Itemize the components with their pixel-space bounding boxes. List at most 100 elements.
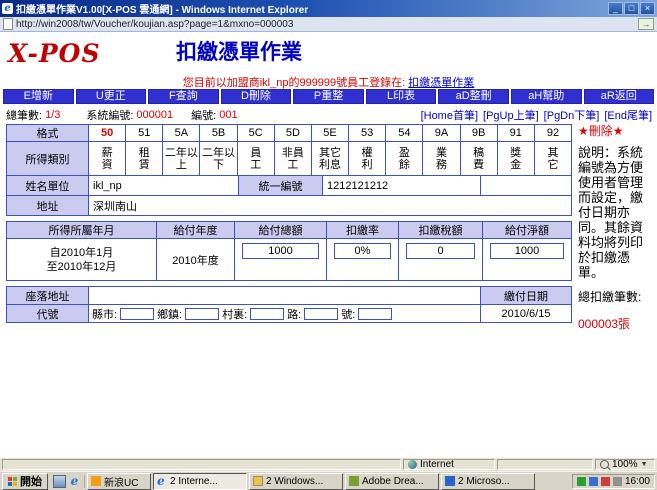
microsoft-icon	[445, 476, 455, 486]
minimize-button[interactable]: _	[608, 2, 623, 15]
county-input[interactable]	[120, 307, 155, 320]
name-row-filler	[481, 176, 572, 196]
record-number-label: 編號:	[191, 110, 217, 122]
zoom-level: 100%	[612, 459, 638, 470]
toolbar-update-button[interactable]: U更正	[75, 89, 147, 104]
status-message-panel	[2, 459, 401, 470]
format-option[interactable]: 5D	[274, 125, 312, 142]
tray-icon[interactable]	[600, 476, 610, 486]
pay-total-input[interactable]: 1000	[242, 243, 319, 259]
road-input[interactable]	[304, 307, 339, 320]
income-category-label: 所得類別	[7, 142, 89, 176]
system-number-value: 000001	[136, 109, 174, 121]
withholding-rate-input[interactable]: 0%	[334, 243, 391, 259]
format-option[interactable]: 51	[126, 125, 164, 142]
category-label: 二年以 上	[163, 142, 201, 176]
address-label: 地址	[7, 196, 89, 216]
tray-icon[interactable]	[576, 476, 586, 486]
sina-uc-icon	[91, 476, 101, 486]
toolbar-batch-delete-button[interactable]: aD整刪	[438, 89, 509, 104]
code-label: 代號	[7, 305, 89, 323]
task-button-sina-uc[interactable]: 新浪UC	[87, 472, 151, 490]
magnifier-icon	[600, 460, 609, 469]
address-bar: http://win2008/tw/Voucher/koujian.asp?pa…	[0, 17, 657, 32]
column-header-pay-year: 給付年度	[157, 222, 235, 239]
show-desktop-icon[interactable]	[53, 474, 66, 488]
format-option[interactable]: 91	[497, 125, 535, 142]
category-label: 租 賃	[126, 142, 164, 176]
withholding-tax-cell: 0	[399, 239, 483, 281]
zoom-dropdown-icon[interactable]: ▼	[641, 461, 648, 468]
tray-icon[interactable]	[612, 476, 622, 486]
format-option[interactable]: 54	[386, 125, 424, 142]
number-input[interactable]	[358, 307, 393, 320]
category-label: 稿 費	[460, 142, 498, 176]
net-pay-input[interactable]: 1000	[490, 243, 564, 259]
taskbar: 開始 e 新浪UC e 2 Interne... 2 Windows... Ad…	[0, 471, 657, 490]
format-option[interactable]: 9A	[423, 125, 461, 142]
nav-previous-record[interactable]: [PgUp上筆]	[483, 107, 539, 123]
uniform-number-input[interactable]: 1212121212	[323, 176, 481, 196]
start-button[interactable]: 開始	[2, 472, 48, 490]
total-withholding-label: 總扣繳筆數:	[578, 290, 642, 304]
page-content: X-POS 扣繳憑單作業 您目前以加盟商ikl_np的999999號員工登錄在:…	[0, 32, 657, 457]
login-status: 您目前以加盟商ikl_np的999999號員工登錄在: 扣繳憑單作業	[0, 74, 657, 90]
withholding-rate-cell: 0%	[327, 239, 399, 281]
go-button[interactable]: →	[638, 18, 654, 30]
address-input[interactable]: http://win2008/tw/Voucher/koujian.asp?pa…	[16, 19, 638, 30]
category-label: 其它 利息	[311, 142, 350, 176]
format-option[interactable]: 53	[349, 125, 387, 142]
pay-date-label: 繳付日期	[481, 287, 572, 305]
task-button-microsoft[interactable]: 2 Microso...	[441, 472, 535, 490]
task-button-label: 2 Interne...	[170, 475, 218, 487]
format-option[interactable]: 5C	[237, 125, 275, 142]
toolbar-delete-button[interactable]: D刪除	[220, 89, 292, 104]
category-label: 權 利	[349, 142, 387, 176]
format-option[interactable]: 9B	[460, 125, 498, 142]
withholding-tax-input[interactable]: 0	[406, 243, 475, 259]
total-records-value: 1/3	[45, 109, 61, 121]
ie-icon: e	[2, 3, 13, 14]
toolbar-add-button[interactable]: E增新	[3, 89, 74, 104]
ie-quicklaunch-icon[interactable]: e	[68, 474, 81, 488]
uniform-number-button[interactable]: 統一編號	[239, 176, 323, 196]
income-period-from: 自2010年1月	[49, 246, 114, 259]
tray-icon[interactable]	[588, 476, 598, 486]
format-block: 格式 50 51 5A 5B 5C 5D 5E 53 54 9A 9B 91 9…	[6, 124, 573, 216]
location-address-input[interactable]	[89, 287, 481, 305]
format-option[interactable]: 5A	[163, 125, 201, 142]
code-fields-row: 縣市: 鄉鎮: 村裏: 路: 號:	[89, 305, 481, 323]
task-button-internet-explorer[interactable]: e 2 Interne...	[153, 472, 247, 490]
nav-next-record[interactable]: [PgDn下筆]	[544, 107, 600, 123]
nav-last-record[interactable]: [End尾筆]	[604, 107, 652, 123]
format-option[interactable]: 5B	[200, 125, 238, 142]
nav-first-record[interactable]: [Home首筆]	[421, 107, 478, 123]
maximize-button[interactable]: □	[624, 2, 639, 15]
address-input[interactable]: 深圳南山	[89, 196, 572, 216]
folder-icon	[253, 476, 263, 486]
village-input[interactable]	[250, 307, 285, 320]
pay-year-cell: 2010年度	[157, 239, 235, 281]
township-input[interactable]	[185, 307, 220, 320]
toolbar-return-button[interactable]: aR返回	[583, 89, 655, 104]
toolbar-print-button[interactable]: L印表	[365, 89, 437, 104]
task-button-dreamweaver[interactable]: Adobe Drea...	[345, 472, 439, 490]
zoom-control[interactable]: 100% ▼	[595, 459, 655, 470]
category-label: 非員 工	[274, 142, 312, 176]
format-option[interactable]: 5E	[311, 125, 350, 142]
column-header-rate: 扣繳率	[327, 222, 399, 239]
task-button-windows-explorer[interactable]: 2 Windows...	[249, 472, 343, 490]
net-pay-cell: 1000	[483, 239, 572, 281]
format-label: 格式	[7, 125, 89, 142]
format-option-selected[interactable]: 50	[89, 125, 127, 142]
name-unit-input[interactable]: ikl_np	[89, 176, 239, 196]
toolbar-refresh-button[interactable]: P重整	[293, 89, 364, 104]
village-label: 村裏:	[222, 308, 248, 321]
help-description: 說明：系統編號為方便使用者管理而設定，繳付日期亦同。其餘資料均將列印於扣繳憑單。	[578, 145, 644, 280]
toolbar-query-button[interactable]: F查詢	[148, 89, 219, 104]
toolbar-help-button[interactable]: aH幫助	[510, 89, 582, 104]
format-option[interactable]: 92	[534, 125, 573, 142]
close-button[interactable]: ×	[640, 2, 655, 15]
column-header-pay-total: 給付總額	[235, 222, 327, 239]
login-status-page-link[interactable]: 扣繳憑單作業	[408, 77, 474, 89]
